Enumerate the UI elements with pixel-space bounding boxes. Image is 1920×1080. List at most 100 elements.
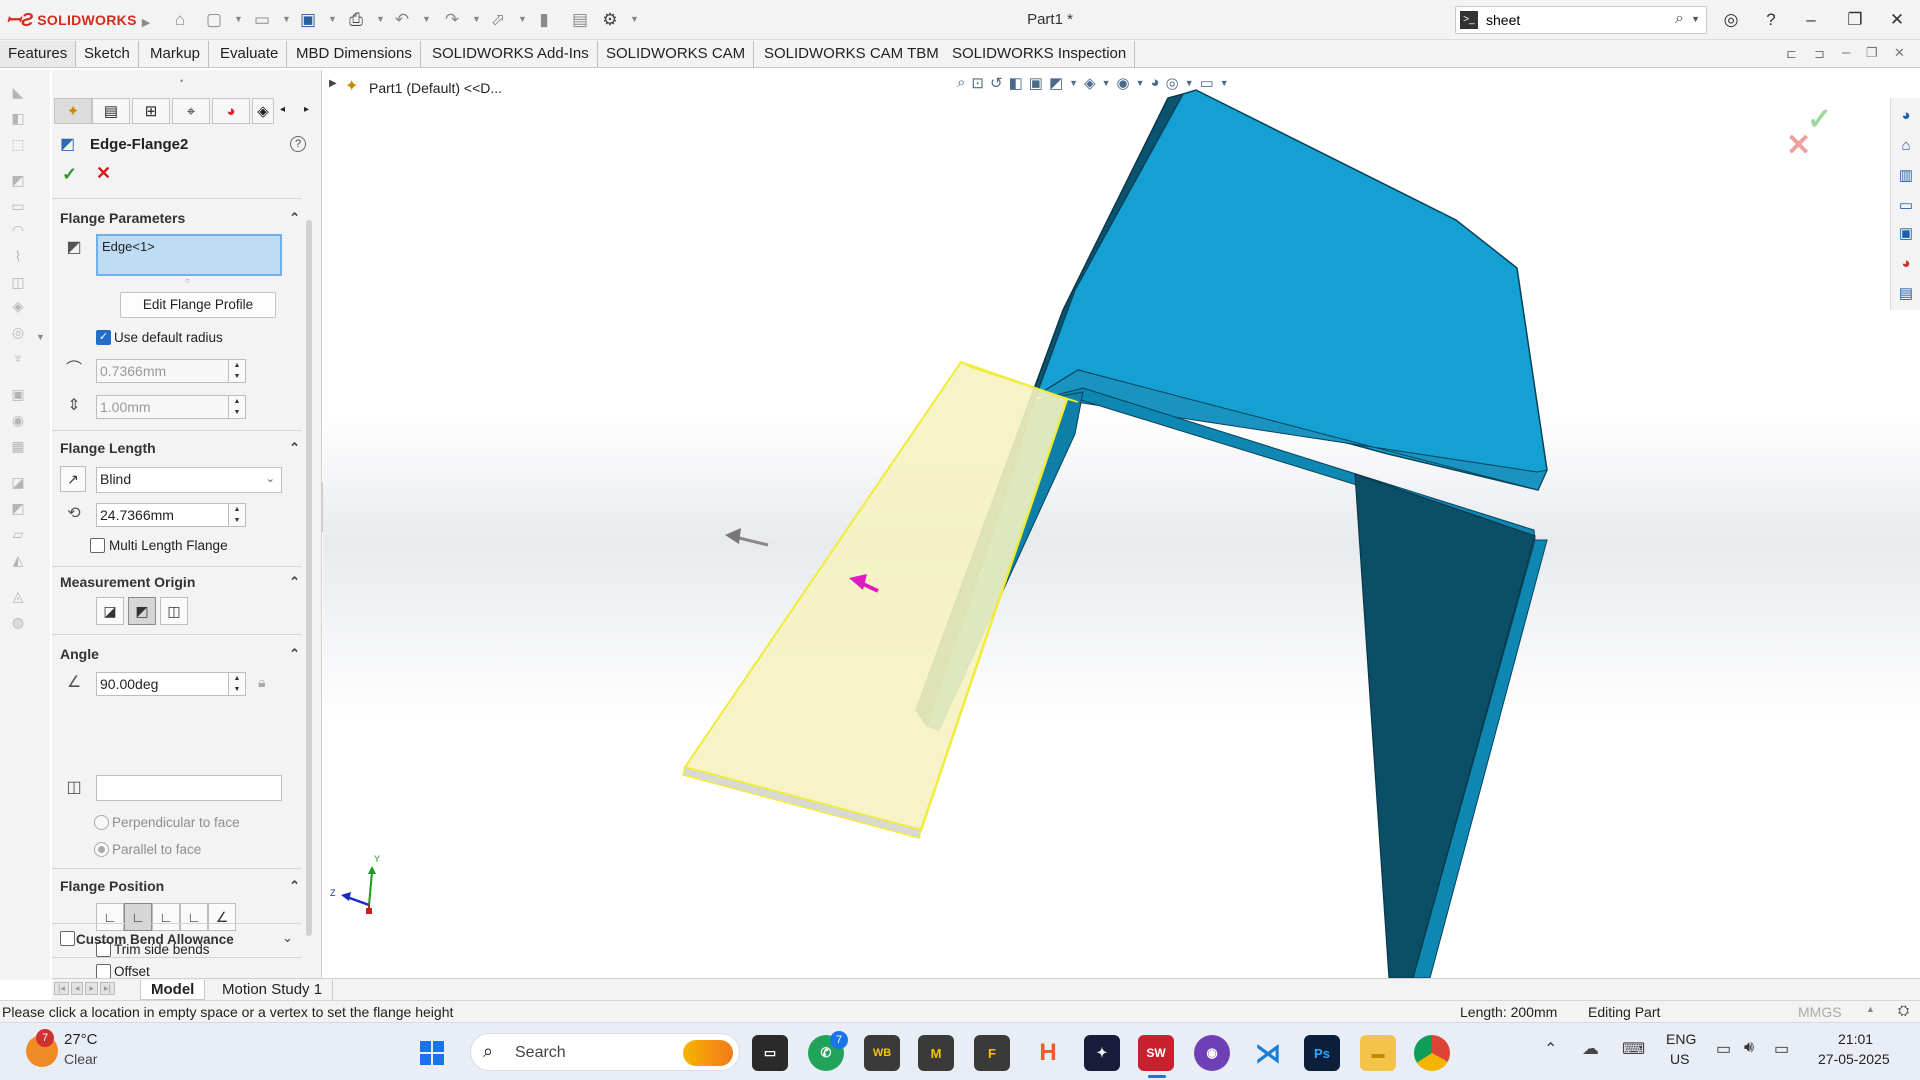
dimxpert-tab-icon[interactable]: ⌖	[172, 98, 210, 124]
offset-checkbox[interactable]	[96, 964, 111, 979]
rebuild-icon[interactable]: ▮	[532, 8, 556, 32]
search-box[interactable]: >_ ⌕ ▼	[1455, 6, 1707, 34]
flange-parameters-header[interactable]: Flange Parameters ⌃	[60, 210, 300, 230]
next-tab-icon[interactable]: ▸	[85, 982, 98, 995]
panel-left-icon[interactable]: ⊏	[1786, 46, 1797, 62]
help-icon[interactable]: ?	[1756, 6, 1786, 34]
lofted-bend-icon[interactable]: ⬚	[8, 136, 28, 154]
flange-length-spinner[interactable]: ▲ ▼	[228, 503, 246, 527]
open-folder-icon[interactable]: ▭	[250, 8, 274, 32]
view-palette-icon[interactable]: ▣	[1892, 220, 1920, 246]
corners-icon[interactable]: ◎	[8, 324, 28, 342]
base-flange-icon[interactable]: ◣	[8, 84, 28, 102]
tab-motion-study-1[interactable]: Motion Study 1	[212, 980, 334, 1000]
print-icon[interactable]: ⎙	[344, 8, 368, 32]
start-button[interactable]	[420, 1041, 444, 1065]
outer-virtual-sharp-icon[interactable]: ◪	[96, 597, 124, 625]
cancel-x-icon[interactable]: ✕	[96, 163, 111, 184]
doc-restore-icon[interactable]: ❐	[1866, 45, 1878, 61]
clock-date[interactable]: 27-05-2025	[1818, 1051, 1890, 1067]
edge-selection-box[interactable]: Edge<1>	[96, 234, 282, 276]
display-manager-tab-icon[interactable]: ◕	[212, 98, 250, 124]
inner-virtual-sharp-icon[interactable]: ◩	[128, 597, 156, 625]
flange-length-header[interactable]: Flange Length ⌃	[60, 440, 300, 460]
tab-solidworks-cam[interactable]: SOLIDWORKS CAM	[598, 41, 755, 67]
tab-features[interactable]: Features	[0, 41, 77, 67]
search-input[interactable]	[1486, 10, 1666, 30]
file-properties-icon[interactable]: ▤	[568, 8, 592, 32]
material-inside-icon[interactable]: ∟	[96, 903, 124, 931]
panel-right-icon[interactable]: ⊐	[1814, 46, 1825, 62]
flange-length-field[interactable]: 24.7366mm	[96, 503, 230, 527]
redo-icon[interactable]: ↷	[440, 8, 464, 32]
collapse-chevron-icon[interactable]: ⌃	[289, 210, 300, 226]
vent-icon[interactable]: ▦	[8, 438, 28, 456]
jog-icon[interactable]: ⌇	[8, 248, 28, 266]
last-tab-icon[interactable]: ▸|	[99, 982, 115, 995]
lock-icon[interactable]: 🔒︎	[258, 674, 265, 691]
convert-to-sheet-metal-icon[interactable]: ◧	[8, 110, 28, 128]
tabs-scroll-left-icon[interactable]: ◂	[280, 104, 285, 115]
fold-icon[interactable]: ◩	[8, 500, 28, 518]
flatten-icon[interactable]: ▱	[8, 526, 28, 544]
options-gear-icon[interactable]: ⚙	[598, 8, 622, 32]
flange-angle-spinner[interactable]: ▲ ▼	[228, 672, 246, 696]
edit-flange-profile-button[interactable]: Edit Flange Profile	[120, 292, 276, 318]
user-account-icon[interactable]: ◎	[1716, 6, 1746, 34]
github-desktop-icon[interactable]: ◉	[1194, 1035, 1230, 1071]
undo-icon[interactable]: ↶	[390, 8, 414, 32]
undo-dropdown-icon[interactable]: ▼	[422, 14, 431, 24]
model-3d-view[interactable]	[323, 70, 1920, 978]
search-dropdown-icon[interactable]: ▼	[1691, 14, 1700, 24]
restore-button[interactable]: ❐	[1840, 6, 1870, 34]
battery-icon[interactable]: ▭	[1774, 1039, 1789, 1059]
select-dropdown-icon[interactable]: ▼	[518, 14, 527, 24]
insert-bends-icon[interactable]: ◍	[8, 614, 28, 632]
tab-sketch[interactable]: Sketch	[76, 41, 139, 67]
doc-minimize-icon[interactable]: –	[1842, 44, 1850, 61]
matlab-app-icon[interactable]: H	[1030, 1035, 1066, 1071]
options-dropdown-icon[interactable]: ▼	[630, 14, 639, 24]
collapse-chevron-icon[interactable]: ⌃	[289, 878, 300, 894]
show-hidden-icons-chevron-icon[interactable]: ⌃	[1544, 1039, 1557, 1059]
face-selection-box[interactable]	[96, 775, 282, 801]
cam-tab-icon[interactable]: ◈	[252, 98, 274, 124]
bend-from-virtual-sharp-icon[interactable]: ∟	[180, 903, 208, 931]
tab-solidworks-add-ins[interactable]: SOLIDWORKS Add-Ins	[424, 41, 598, 67]
angle-header[interactable]: Angle ⌃	[60, 646, 300, 666]
design-library-icon[interactable]: ▥	[1892, 162, 1920, 188]
multi-length-flange-checkbox[interactable]	[90, 538, 105, 553]
extruded-cut-icon[interactable]: ▣	[8, 386, 28, 404]
collapse-chevron-icon[interactable]: ⌃	[289, 440, 300, 456]
workbench-app-icon[interactable]: WB	[864, 1035, 900, 1071]
onedrive-status-icon[interactable]: ☁	[1582, 1039, 1599, 1059]
weather-temperature[interactable]: 27°C	[64, 1031, 98, 1048]
feature-manager-tab-icon[interactable]: ✦	[54, 98, 92, 124]
simple-hole-icon[interactable]: ◉	[8, 412, 28, 430]
ok-check-icon[interactable]: ✓	[62, 164, 77, 185]
solidworks-resources-icon[interactable]: ◕	[1892, 102, 1920, 128]
file-explorer-icon[interactable]: ▭	[1892, 192, 1920, 218]
cross-break-icon[interactable]: ◈	[8, 298, 28, 316]
unit-system[interactable]: MMGS	[1798, 1004, 1842, 1020]
solidworks-taskbar-icon[interactable]: SW	[1138, 1035, 1174, 1071]
miter-flange-icon[interactable]: ▭	[8, 198, 28, 216]
help-icon[interactable]: ?	[290, 136, 306, 152]
tab-mbd-dimensions[interactable]: MBD Dimensions	[288, 41, 421, 67]
corners-dropdown-icon[interactable]: ▼	[36, 332, 45, 342]
language-line1[interactable]: ENG	[1666, 1031, 1696, 1047]
solidworks-logo[interactable]: ꟷƧ SOLIDWORKS	[6, 8, 137, 32]
rebuild-status-icon[interactable]: ⛭	[1898, 1002, 1909, 1019]
task-view-icon[interactable]: ▭	[752, 1035, 788, 1071]
end-condition-select[interactable]: Blind ⌄	[96, 467, 282, 493]
appearances-icon[interactable]: ◕	[1892, 250, 1920, 276]
graphics-area[interactable]: ▶ ✦ Part1 (Default) <<D... ⌕ ⊡ ↺ ◧ ▣ ◩ ▼…	[323, 70, 1920, 978]
no-bends-icon[interactable]: ◭	[8, 552, 28, 570]
selection-resize-handle[interactable]: ○	[185, 276, 190, 285]
ansys-app-icon[interactable]: ✦	[1084, 1035, 1120, 1071]
open-dropdown-icon[interactable]: ▼	[282, 14, 291, 24]
tab-model[interactable]: Model	[140, 980, 206, 1000]
configuration-manager-tab-icon[interactable]: ⊞	[132, 98, 170, 124]
tangent-to-bend-icon[interactable]: ∠	[208, 903, 236, 931]
reverse-direction-icon[interactable]: ↗	[60, 466, 86, 492]
